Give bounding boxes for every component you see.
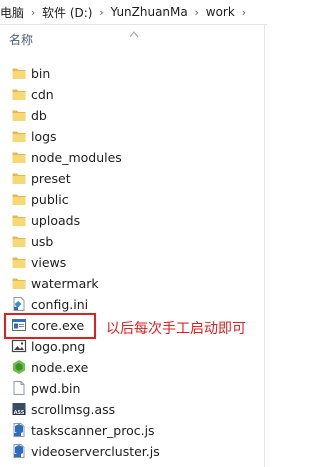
file-name: bin bbox=[31, 66, 51, 81]
file-list: bin cdn db logs node_modulespreset public uplo… bbox=[0, 63, 264, 462]
file-name: logs bbox=[31, 129, 57, 144]
file-row[interactable]: config.ini bbox=[0, 294, 264, 315]
file-row[interactable]: uploads bbox=[0, 210, 264, 231]
file-row[interactable]: usb bbox=[0, 231, 264, 252]
file-name: cdn bbox=[31, 87, 54, 102]
file-name: views bbox=[31, 255, 67, 270]
file-row[interactable]: logo.png bbox=[0, 336, 264, 357]
svg-text:ASS: ASS bbox=[14, 410, 25, 416]
column-header-row: 名称 bbox=[0, 27, 267, 51]
file-name: public bbox=[31, 192, 69, 207]
breadcrumb: 电脑 › 软件 (D:) › YunZhuanMa › work › bbox=[0, 0, 267, 25]
blank-file-icon bbox=[11, 380, 27, 396]
column-header-name[interactable]: 名称 bbox=[0, 31, 33, 48]
file-row[interactable]: preset bbox=[0, 168, 264, 189]
folder-icon bbox=[11, 107, 27, 123]
file-row[interactable]: bin bbox=[0, 63, 264, 84]
folder-icon bbox=[11, 191, 27, 207]
image-file-icon bbox=[11, 338, 27, 354]
breadcrumb-item-yunzhuanma[interactable]: YunZhuanMa bbox=[108, 5, 189, 19]
breadcrumb-item-pc[interactable]: 电脑 bbox=[0, 4, 26, 21]
annotation-text: 以后每次手工启动即可 bbox=[106, 321, 246, 337]
file-row[interactable]: watermark bbox=[0, 273, 264, 294]
file-row[interactable]: db bbox=[0, 105, 264, 126]
file-row[interactable]: node.exe bbox=[0, 357, 264, 378]
file-row[interactable]: public bbox=[0, 189, 264, 210]
ass-file-icon: ASS bbox=[11, 401, 27, 417]
folder-icon bbox=[11, 149, 27, 165]
folder-icon bbox=[11, 275, 27, 291]
file-name: logo.png bbox=[31, 339, 86, 354]
file-row[interactable]: taskscanner_proc.js bbox=[0, 420, 264, 441]
file-name: node_modules bbox=[31, 150, 122, 165]
chevron-right-icon[interactable]: › bbox=[237, 6, 251, 19]
js-file-icon bbox=[11, 422, 27, 438]
file-row[interactable]: pwd.bin bbox=[0, 378, 264, 399]
breadcrumb-item-drive[interactable]: 软件 (D:) bbox=[40, 4, 94, 21]
file-name: node.exe bbox=[31, 360, 89, 375]
file-name: db bbox=[31, 108, 47, 123]
folder-icon bbox=[11, 170, 27, 186]
file-name: watermark bbox=[31, 276, 99, 291]
folder-icon bbox=[11, 212, 27, 228]
file-name: pwd.bin bbox=[31, 381, 81, 396]
chevron-right-icon[interactable]: › bbox=[94, 6, 108, 19]
file-row[interactable]: logs bbox=[0, 126, 264, 147]
column-divider[interactable] bbox=[264, 24, 265, 467]
folder-icon bbox=[11, 86, 27, 102]
file-row[interactable]: cdn bbox=[0, 84, 264, 105]
file-name: videoservercluster.js bbox=[31, 444, 160, 459]
file-row[interactable]: ASS scrollmsg.ass bbox=[0, 399, 264, 420]
file-name: scrollmsg.ass bbox=[31, 402, 116, 417]
file-row[interactable]: views bbox=[0, 252, 264, 273]
file-name: config.ini bbox=[31, 297, 89, 312]
folder-icon bbox=[11, 233, 27, 249]
highlight-box bbox=[4, 313, 96, 339]
chevron-right-icon[interactable]: › bbox=[190, 6, 204, 19]
folder-icon bbox=[11, 254, 27, 270]
js-file-icon bbox=[11, 443, 27, 459]
nodejs-icon bbox=[11, 359, 27, 375]
sort-ascending-icon bbox=[129, 31, 139, 38]
chevron-right-icon[interactable]: › bbox=[26, 6, 40, 19]
file-row[interactable]: node_modules bbox=[0, 147, 264, 168]
ini-file-icon bbox=[11, 296, 27, 312]
folder-icon bbox=[11, 65, 27, 81]
file-row[interactable]: videoservercluster.js bbox=[0, 441, 264, 462]
file-name: taskscanner_proc.js bbox=[31, 423, 155, 438]
file-name: usb bbox=[31, 234, 54, 249]
breadcrumb-item-work[interactable]: work bbox=[204, 5, 237, 19]
file-name: uploads bbox=[31, 213, 81, 228]
file-name: preset bbox=[31, 171, 71, 186]
folder-icon bbox=[11, 128, 27, 144]
